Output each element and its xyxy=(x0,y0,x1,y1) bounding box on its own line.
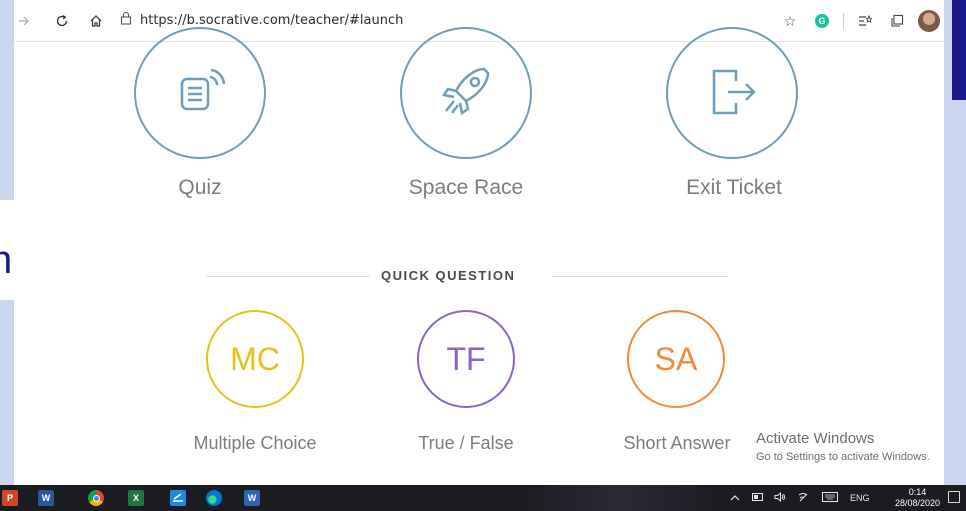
rocket-icon xyxy=(434,59,498,128)
grammarly-icon: G xyxy=(815,14,829,28)
true-false-label: True / False xyxy=(418,433,514,453)
quick-question-heading: QUICK QUESTION xyxy=(381,268,516,283)
windows-taskbar: P W X W ENG 0:14 28/08/2020 xyxy=(0,485,966,511)
collections-icon[interactable] xyxy=(886,10,908,32)
powerpoint-icon[interactable]: P xyxy=(2,490,18,506)
profile-avatar[interactable] xyxy=(918,10,940,32)
quiz-button[interactable] xyxy=(134,27,266,159)
activate-windows-watermark: Activate Windows Go to Settings to activ… xyxy=(756,430,930,463)
chevron-up-icon[interactable] xyxy=(730,493,740,504)
notification-icon[interactable] xyxy=(948,491,960,503)
multiple-choice-label: Multiple Choice xyxy=(193,433,317,453)
url-text: https://b.socrative.com/teacher/#launch xyxy=(140,13,404,28)
quiz-label: Quiz xyxy=(178,176,222,199)
short-answer-button[interactable]: SA xyxy=(627,310,725,408)
exit-ticket-button[interactable] xyxy=(666,27,798,159)
multiple-choice-abbr: MC xyxy=(230,340,280,377)
activate-windows-subtitle: Go to Settings to activate Windows. xyxy=(756,451,930,463)
whiteboard-icon[interactable]: W xyxy=(244,490,260,506)
taskbar-highlight xyxy=(520,485,720,511)
grammarly-extension[interactable]: G xyxy=(811,10,833,32)
short-answer-abbr: SA xyxy=(654,340,698,377)
space-race-label: Space Race xyxy=(408,176,524,199)
address-field[interactable]: https://b.socrative.com/teacher/#launch xyxy=(120,11,760,30)
browser-window: https://b.socrative.com/teacher/#launch … xyxy=(14,0,944,485)
edge-icon[interactable] xyxy=(206,490,222,506)
classroom-icon[interactable] xyxy=(170,490,186,506)
chrome-icon[interactable] xyxy=(88,490,104,506)
exit-icon xyxy=(700,59,764,128)
clock-time: 0:14 xyxy=(908,487,927,497)
space-race-button[interactable] xyxy=(400,27,532,159)
keyboard-icon[interactable] xyxy=(822,491,838,505)
home-icon[interactable] xyxy=(86,11,106,31)
slide-accent-block xyxy=(952,0,966,100)
slide-text-fragment: n xyxy=(0,238,13,282)
excel-icon[interactable]: X xyxy=(128,490,144,506)
multiple-choice-button[interactable]: MC xyxy=(206,310,304,408)
toolbar-divider xyxy=(843,13,844,29)
favorite-star-icon[interactable]: ☆ xyxy=(779,10,801,32)
lock-icon xyxy=(120,11,132,30)
true-false-button[interactable]: TF xyxy=(417,310,515,408)
forward-icon[interactable] xyxy=(14,11,34,31)
background-slide-right xyxy=(944,0,966,485)
toolbar-actions: ☆ G xyxy=(769,0,944,42)
activate-windows-title: Activate Windows xyxy=(756,430,875,447)
exit-ticket-label: Exit Ticket xyxy=(686,176,782,199)
background-slide-left: n xyxy=(0,0,14,485)
volume-icon[interactable] xyxy=(774,491,786,505)
word-icon[interactable]: W xyxy=(38,490,54,506)
clock[interactable]: 0:14 28/08/2020 xyxy=(895,487,940,509)
quick-question-rule-right xyxy=(552,276,728,277)
favorites-list-icon[interactable] xyxy=(854,10,876,32)
language-indicator[interactable]: ENG xyxy=(850,493,870,503)
quiz-icon xyxy=(170,61,230,126)
wifi-icon[interactable] xyxy=(798,492,810,505)
battery-icon[interactable] xyxy=(752,492,764,504)
system-tray: ENG xyxy=(730,485,870,511)
clock-date: 28/08/2020 xyxy=(894,498,940,508)
true-false-abbr: TF xyxy=(446,340,486,377)
refresh-icon[interactable] xyxy=(52,11,72,31)
avatar xyxy=(918,10,940,32)
short-answer-label: Short Answer xyxy=(623,433,731,453)
quick-question-rule-left xyxy=(206,276,370,277)
